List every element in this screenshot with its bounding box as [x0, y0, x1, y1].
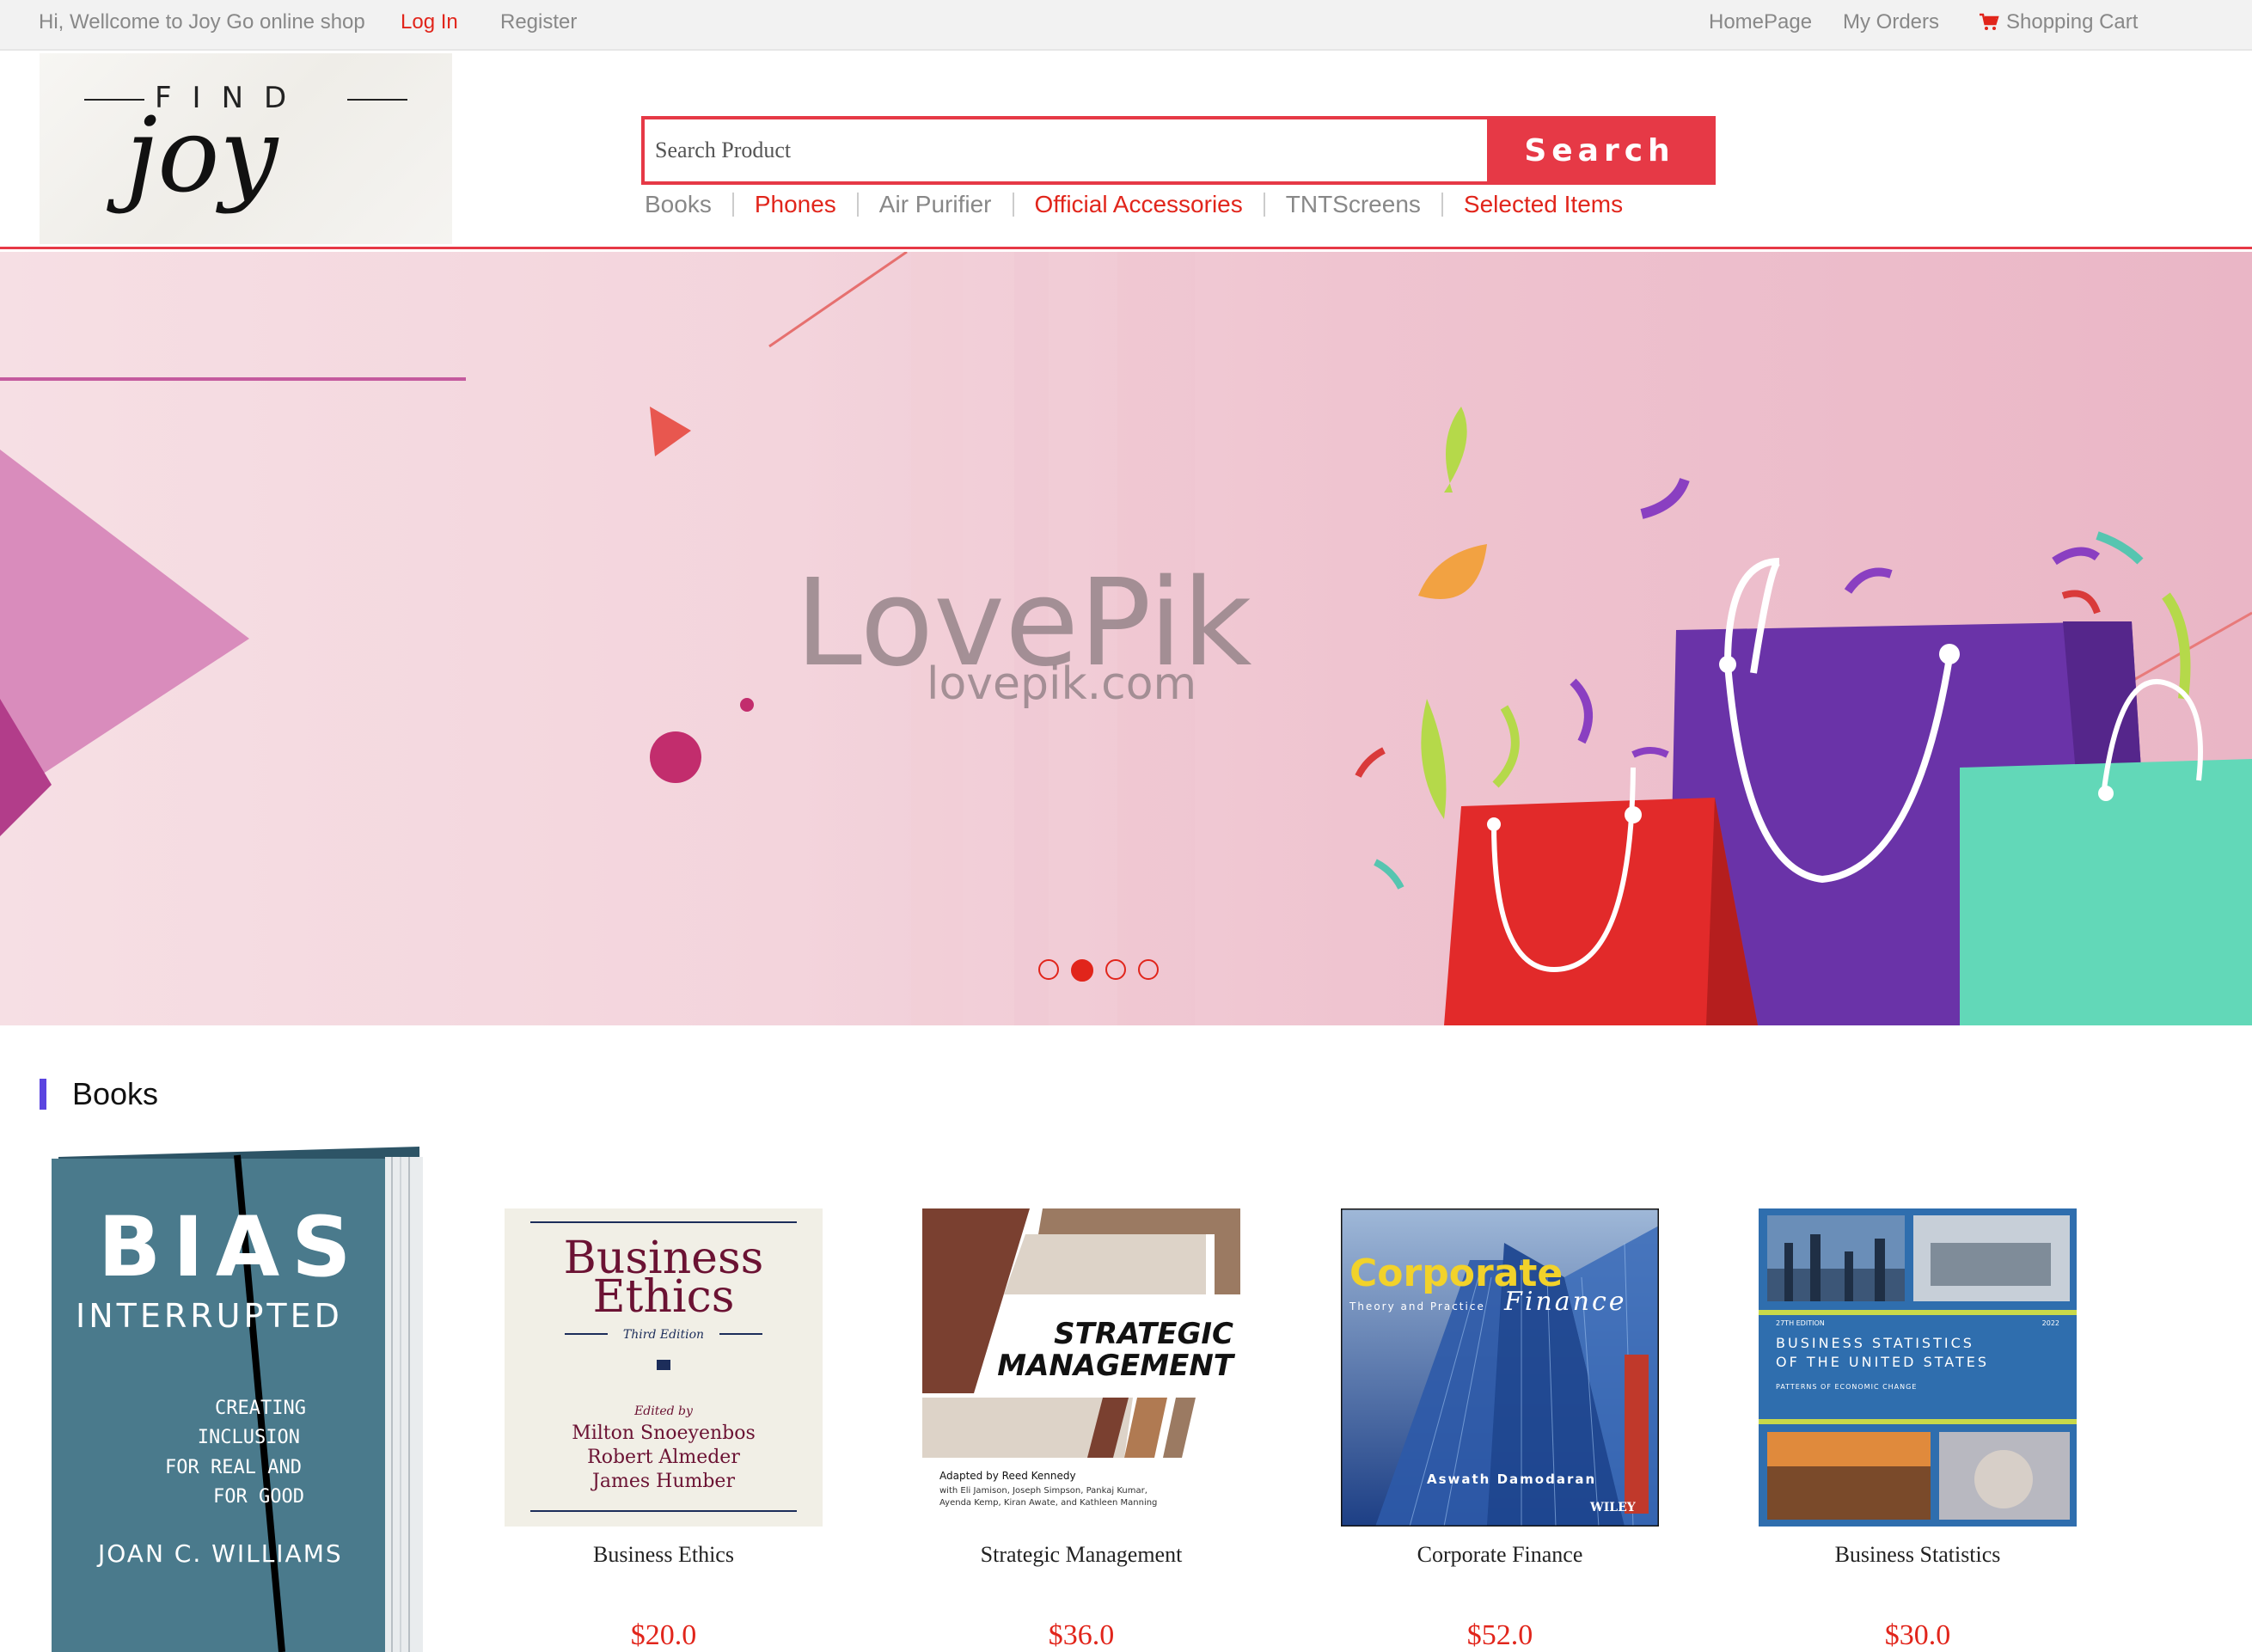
product-name[interactable]: Corporate Finance — [1341, 1542, 1659, 1568]
product-price: $52.0 — [1466, 1619, 1533, 1651]
bias-tag-4: FOR GOOD — [213, 1486, 304, 1508]
top-bar: Hi, Wellcome to Joy Go online shop Log I… — [0, 0, 2252, 51]
product-image[interactable]: Corporate Theory and Practice Finance As… — [1341, 1208, 1659, 1527]
category-tntscreens[interactable]: TNTScreens — [1263, 193, 1441, 217]
product-price: $20.0 — [630, 1619, 697, 1651]
strategic-cover-with-1: with Eli Jamison, Joseph Simpson, Pankaj… — [939, 1486, 1147, 1496]
ethics-cover-editor-2: Robert Almeder — [587, 1447, 740, 1468]
finance-cover-sub: Theory and Practice — [1349, 1300, 1485, 1312]
strategic-cover-adapted: Adapted by Reed Kennedy — [939, 1470, 1076, 1482]
search-input[interactable] — [645, 119, 1487, 181]
bias-title: BIAS — [98, 1199, 363, 1295]
carousel-dot-1[interactable] — [1038, 959, 1059, 980]
strategic-cover-with-2: Ayenda Kemp, Kiran Awate, and Kathleen M… — [939, 1498, 1157, 1508]
category-nav: Books Phones Air Purifier Official Acces… — [645, 193, 1643, 217]
ethics-cover-edition: Third Edition — [623, 1328, 704, 1342]
carousel-indicators — [1038, 959, 1159, 982]
strategic-management-cover: STRATEGIC MANAGEMENT Adapted by Reed Ken… — [922, 1208, 1240, 1527]
category-air-purifier[interactable]: Air Purifier — [856, 193, 1013, 217]
product-card[interactable]: 27TH EDITION 2022 BUSINESS STATISTICS OF… — [1759, 1208, 2077, 1652]
category-official-accessories[interactable]: Official Accessories — [1012, 193, 1264, 217]
bias-tag-2: INCLUSION — [198, 1427, 300, 1448]
finance-cover-title-2: Finance — [1503, 1287, 1627, 1317]
banner-watermark-sub: lovepik.com — [927, 658, 1196, 710]
stats-cover-sub: PATTERNS OF ECONOMIC CHANGE — [1776, 1383, 1917, 1391]
product-card[interactable]: Business Ethics Third Edition Edited by … — [505, 1208, 823, 1652]
product-name[interactable]: Strategic Management — [922, 1542, 1240, 1568]
category-books[interactable]: Books — [645, 193, 732, 217]
business-statistics-cover: 27TH EDITION 2022 BUSINESS STATISTICS OF… — [1759, 1208, 2077, 1527]
ethics-cover-title-2: Ethics — [593, 1271, 735, 1323]
product-image[interactable]: 27TH EDITION 2022 BUSINESS STATISTICS OF… — [1759, 1208, 2077, 1527]
ethics-cover-editor-1: Milton Snoeyenbos — [572, 1423, 756, 1444]
product-price: $30.0 — [1884, 1619, 1951, 1651]
stats-cover-title-2: OF THE UNITED STATES — [1776, 1354, 1989, 1370]
stats-cover-title-1: BUSINESS STATISTICS — [1776, 1335, 1974, 1351]
product-card[interactable]: STRATEGIC MANAGEMENT Adapted by Reed Ken… — [922, 1208, 1240, 1652]
corporate-finance-cover: Corporate Theory and Practice Finance As… — [1341, 1208, 1659, 1527]
featured-book-cover[interactable]: BIAS INTERRUPTED CREATING INCLUSION FOR … — [48, 1147, 423, 1652]
site-logo[interactable]: FIND joy — [40, 53, 452, 244]
shopping-cart-label: Shopping Cart — [2006, 10, 2139, 34]
logo-joy-text: joy — [125, 96, 278, 216]
section-accent-bar — [40, 1079, 46, 1110]
business-ethics-cover: Business Ethics Third Edition Edited by … — [505, 1208, 823, 1527]
carousel-dot-3[interactable] — [1105, 959, 1126, 980]
books-section-title: Books — [40, 1076, 158, 1112]
product-card[interactable]: Corporate Theory and Practice Finance As… — [1341, 1208, 1659, 1652]
stats-cover-edition: 27TH EDITION — [1776, 1319, 1825, 1327]
welcome-text: Hi, Wellcome to Joy Go online shop — [39, 10, 365, 34]
section-title-text: Books — [72, 1076, 159, 1111]
shopping-cart-link[interactable]: Shopping Cart — [1979, 10, 2138, 34]
product-name[interactable]: Business Ethics — [505, 1542, 823, 1568]
strategic-cover-title-2: MANAGEMENT — [997, 1349, 1236, 1383]
finance-cover-publisher: WILEY — [1589, 1501, 1637, 1514]
login-link[interactable]: Log In — [401, 10, 458, 34]
banner-illustration: LovePik lovepik.com — [0, 252, 2252, 1025]
logo-line-right — [347, 99, 407, 101]
strategic-cover-title-1: STRATEGIC — [1054, 1317, 1233, 1351]
category-selected-items[interactable]: Selected Items — [1441, 193, 1643, 217]
product-price: $36.0 — [1048, 1619, 1115, 1651]
bias-subtitle: INTERRUPTED — [76, 1297, 343, 1335]
product-image[interactable]: STRATEGIC MANAGEMENT Adapted by Reed Ken… — [922, 1208, 1240, 1527]
category-phones[interactable]: Phones — [731, 193, 857, 217]
stats-cover-year: 2022 — [2042, 1319, 2059, 1327]
bias-tag-1: CREATING — [215, 1398, 306, 1419]
register-link[interactable]: Register — [500, 10, 577, 34]
finance-cover-author: Aswath Damodaran — [1427, 1472, 1596, 1487]
ethics-cover-edited: Edited by — [633, 1404, 694, 1418]
search-button[interactable]: Search — [1487, 119, 1712, 181]
carousel-dot-2[interactable] — [1071, 959, 1093, 982]
homepage-link[interactable]: HomePage — [1709, 10, 1812, 34]
ethics-cover-editor-3: James Humber — [591, 1471, 735, 1492]
site-header: FIND joy Search Books Phones Air Purifie… — [0, 51, 2252, 249]
bias-tag-3: FOR REAL AND — [165, 1457, 302, 1478]
product-image[interactable]: Business Ethics Third Edition Edited by … — [505, 1208, 823, 1527]
product-name[interactable]: Business Statistics — [1759, 1542, 2077, 1568]
search-bar: Search — [641, 116, 1716, 185]
carousel-dot-4[interactable] — [1138, 959, 1159, 980]
bias-author: JOAN C. WILLIAMS — [96, 1539, 343, 1568]
cart-icon — [1980, 13, 1999, 30]
bias-interrupted-cover: BIAS INTERRUPTED CREATING INCLUSION FOR … — [52, 1147, 423, 1652]
hero-banner[interactable]: LovePik lovepik.com — [0, 252, 2252, 1025]
my-orders-link[interactable]: My Orders — [1843, 10, 1939, 34]
